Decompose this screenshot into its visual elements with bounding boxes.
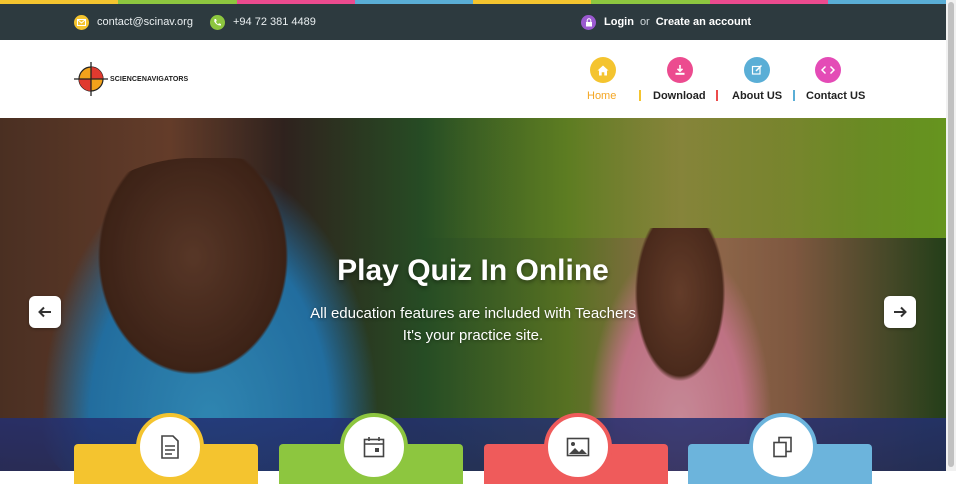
email-text: contact@scinav.org — [97, 16, 193, 28]
mail-icon — [74, 14, 89, 30]
slider-prev-button[interactable] — [29, 296, 61, 328]
email-contact[interactable]: contact@scinav.org — [74, 13, 193, 31]
logo-text: SCIENCENAVIGATORS — [110, 75, 189, 83]
arrow-left-icon — [38, 306, 51, 318]
slider-next-button[interactable] — [884, 296, 916, 328]
phone-icon — [210, 14, 225, 30]
logo-compass-icon — [74, 62, 108, 96]
lock-icon — [581, 14, 596, 30]
phone-contact[interactable]: +94 72 381 4489 — [210, 13, 316, 31]
hero-title: Play Quiz In Online — [337, 254, 609, 287]
login-link[interactable]: Login — [604, 16, 634, 28]
nav-separator — [793, 90, 795, 101]
nav-separator — [639, 90, 641, 101]
nav-label-about: About US — [732, 90, 783, 102]
phone-text: +94 72 381 4489 — [233, 16, 316, 28]
arrow-right-icon — [894, 306, 907, 318]
nav-label-home: Home — [587, 90, 617, 102]
hero-subtitle-line1: All education features are included with… — [310, 305, 636, 322]
page-scrollbar-thumb[interactable] — [948, 2, 954, 467]
home-icon — [590, 57, 616, 83]
download-icon — [667, 57, 693, 83]
auth-links: Login or Create an account — [581, 13, 751, 31]
nav-label-download: Download — [653, 90, 706, 102]
nav-label-contact: Contact US — [806, 90, 866, 102]
hero-overlay — [0, 118, 946, 471]
create-account-link[interactable]: Create an account — [656, 16, 751, 28]
hero-subtitle-line2: It's your practice site. — [402, 327, 544, 344]
edit-icon — [744, 57, 770, 83]
nav-separator — [716, 90, 718, 101]
top-contact-bar: contact@scinav.org +94 72 381 4489 Login… — [0, 4, 946, 40]
hero-slider — [0, 118, 946, 471]
site-logo[interactable]: SCIENCENAVIGATORS — [74, 62, 188, 96]
hero-subtitle: All education features are included with… — [0, 303, 946, 347]
code-icon — [815, 57, 841, 83]
or-text: or — [639, 16, 650, 28]
